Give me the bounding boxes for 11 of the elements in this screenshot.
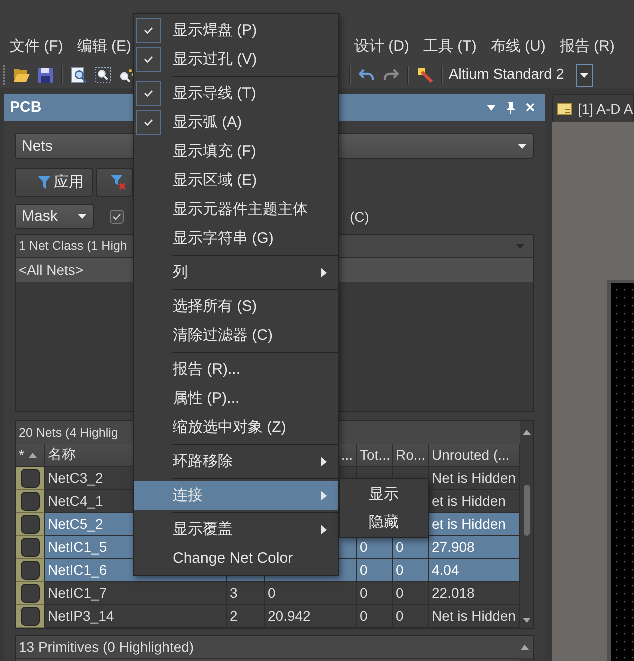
panel-title: PCB — [10, 99, 42, 116]
table-title: 20 Nets (4 Highlig — [19, 426, 118, 440]
option-label: (C) — [350, 208, 370, 224]
table-cell: Net is Hidden — [429, 605, 520, 628]
table-cell: 2 — [227, 605, 265, 628]
table-title: 13 Primitives (0 Highlighted) — [19, 639, 194, 655]
table-cell: NetIP3_14 — [45, 605, 227, 628]
list-title: 1 Net Class (1 High — [19, 239, 128, 253]
table-cell: 0 — [357, 605, 393, 628]
table-cell: 20.942 — [265, 605, 357, 628]
table-cell: 0 — [393, 605, 429, 628]
